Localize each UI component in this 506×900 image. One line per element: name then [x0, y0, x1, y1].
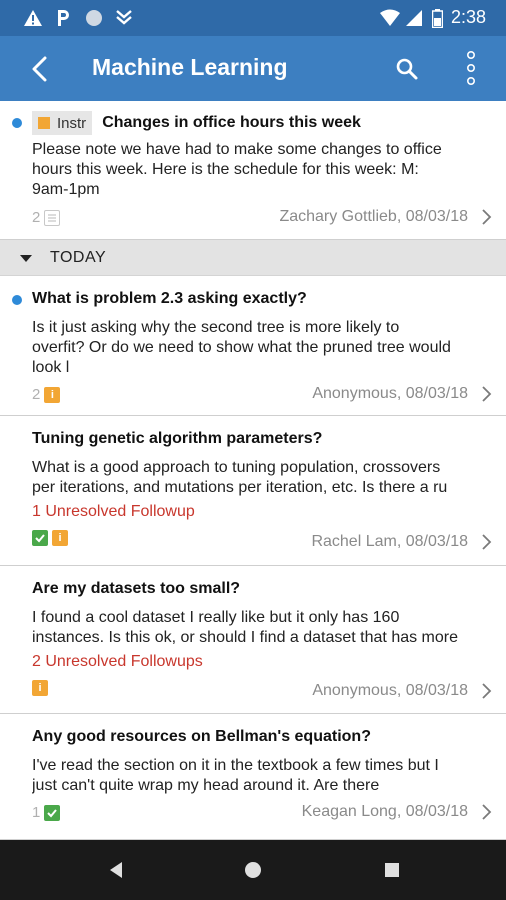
post-body: What is a good approach to tuning popula… [32, 458, 486, 498]
post-body-line: I've read the section on it in the textb… [32, 757, 439, 774]
circle-icon [84, 8, 104, 28]
status-time: 2:38 [450, 7, 486, 27]
app-bar: Machine Learning [0, 36, 506, 101]
post-meta: i [32, 680, 48, 696]
instructor-answer-icon: i [44, 386, 61, 403]
unread-dot [12, 118, 22, 128]
post-subject: Changes in office hours this week [102, 114, 361, 131]
post-item-pinned[interactable]: Instr Changes in office hours this week … [0, 101, 506, 240]
wifi-icon [378, 8, 402, 28]
section-label: TODAY [50, 249, 107, 266]
post-author-date: Anonymous, 08/03/18 [312, 682, 468, 699]
post-item[interactable]: Are my datasets too small? I found a coo… [0, 566, 506, 714]
post-body-line: 9am-1pm [32, 181, 100, 198]
post-body-line: per iterations, and mutations per iterat… [32, 479, 448, 496]
post-body-line: hours this week. Here is the schedule fo… [32, 161, 419, 178]
chevron-right-icon [478, 681, 494, 701]
status-bar: 2:38 [0, 0, 506, 36]
chevron-right-icon [478, 802, 494, 822]
post-item[interactable]: What is problem 2.3 asking exactly? Is i… [0, 276, 506, 416]
instructor-square-icon [38, 117, 50, 129]
chevron-right-icon [478, 384, 494, 404]
post-meta: 2 i [32, 386, 61, 403]
post-body-line: I found a cool dataset I really like but… [32, 609, 400, 626]
post-meta: 1 [32, 804, 61, 821]
reply-count: 2 [32, 209, 41, 226]
post-author-date: Keagan Long, 08/03/18 [301, 803, 468, 820]
chevron-right-icon [478, 532, 494, 552]
nav-back-icon[interactable] [104, 858, 128, 882]
post-body-line: just can't quite wrap my head around it.… [32, 777, 380, 794]
post-list: Instr Changes in office hours this week … [0, 101, 506, 840]
post-body-line: overfit? Or do we need to show what the … [32, 339, 451, 356]
post-author-date: Zachary Gottlieb, 08/03/18 [279, 208, 468, 225]
nav-home-icon[interactable] [241, 858, 265, 882]
section-header-today[interactable]: TODAY [0, 240, 506, 276]
post-subject: Tuning genetic algorithm parameters? [32, 430, 323, 447]
post-item[interactable]: Any good resources on Bellman's equation… [0, 714, 506, 840]
chevron-right-icon [478, 207, 494, 227]
page-title: Machine Learning [92, 54, 288, 80]
post-body: I've read the section on it in the textb… [32, 756, 486, 796]
post-subject: What is problem 2.3 asking exactly? [32, 290, 307, 307]
more-vert-icon[interactable] [458, 48, 484, 88]
post-body-line: Is it just asking why the second tree is… [32, 319, 400, 336]
post-author-date: Anonymous, 08/03/18 [312, 385, 468, 402]
download-icon [114, 8, 134, 28]
post-item[interactable]: Tuning genetic algorithm parameters? Wha… [0, 416, 506, 566]
post-body-line: instances. Is this ok, or should I find … [32, 629, 459, 646]
post-author-date: Rachel Lam, 08/03/18 [311, 533, 468, 550]
student-answer-icon [32, 530, 48, 546]
reply-count: 1 [32, 804, 41, 821]
unread-dot [12, 295, 22, 305]
battery-icon [430, 8, 444, 28]
warning-icon [22, 8, 44, 28]
search-icon[interactable] [390, 52, 424, 86]
system-nav-bar [0, 840, 506, 900]
post-subject: Any good resources on Bellman's equation… [32, 728, 371, 745]
post-body: I found a cool dataset I really like but… [32, 608, 486, 648]
back-arrow-icon[interactable] [22, 52, 56, 86]
instructor-tag-label: Instr [57, 114, 87, 132]
unresolved-followups: 1 Unresolved Followup [32, 503, 195, 520]
unresolved-followups: 2 Unresolved Followups [32, 653, 203, 670]
instructor-answer-icon: i [32, 680, 48, 696]
parking-icon [54, 8, 72, 28]
reply-count: 2 [32, 386, 41, 403]
post-body-line: look l [32, 359, 70, 376]
nav-recents-icon[interactable] [380, 858, 404, 882]
instructor-answer-icon: i [52, 530, 68, 546]
instructor-tag: Instr [32, 111, 93, 135]
note-icon [44, 209, 61, 226]
post-body: Please note we have had to make some cha… [32, 140, 486, 200]
triangle-down-icon [20, 255, 32, 262]
signal-icon [404, 8, 424, 28]
post-body: Is it just asking why the second tree is… [32, 318, 486, 378]
post-meta: 2 [32, 209, 61, 226]
post-meta: i [32, 530, 68, 546]
post-body-line: What is a good approach to tuning popula… [32, 459, 441, 476]
post-subject: Are my datasets too small? [32, 580, 241, 597]
post-body-line: Please note we have had to make some cha… [32, 141, 442, 158]
student-answer-icon [44, 804, 61, 821]
